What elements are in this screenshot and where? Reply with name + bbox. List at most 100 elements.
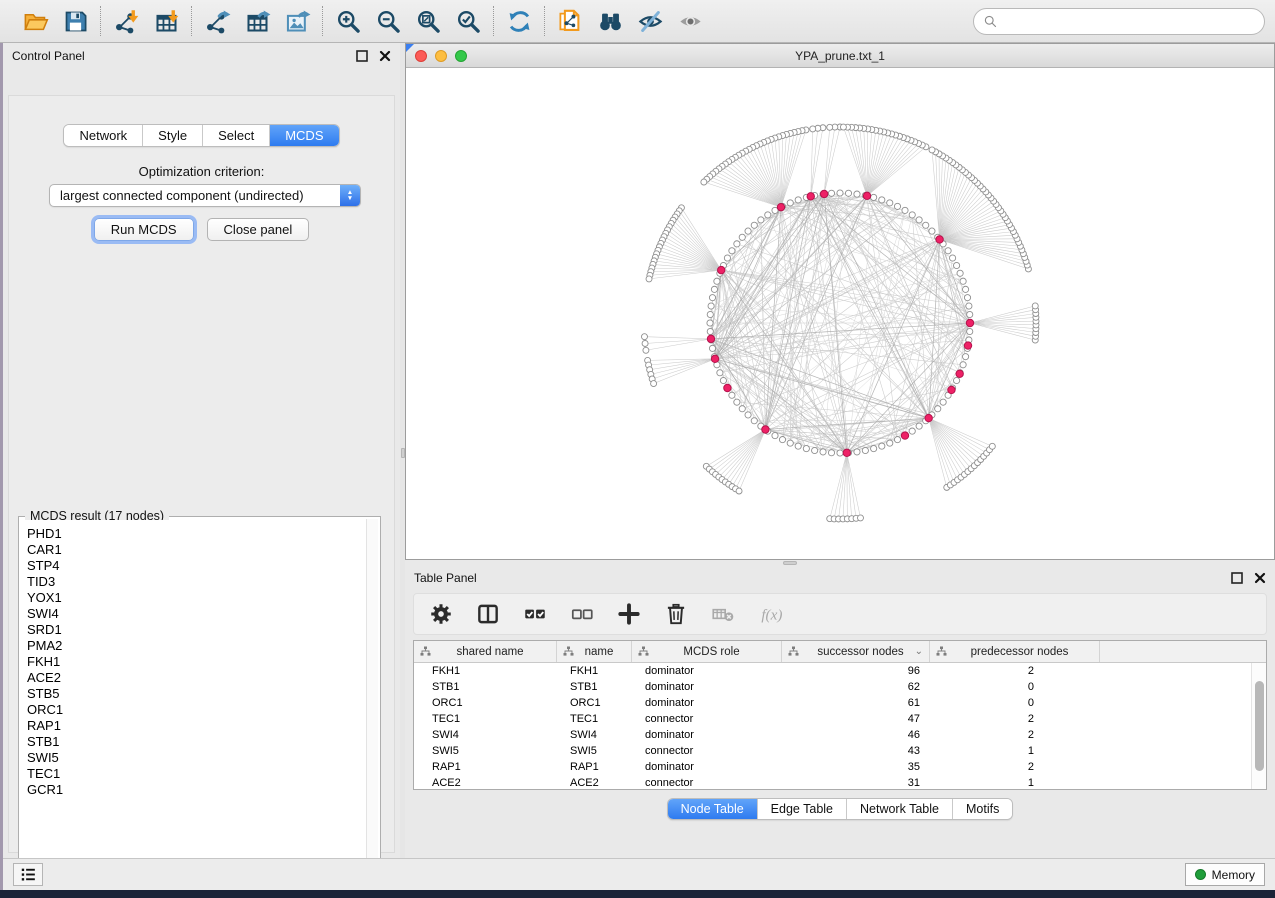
horizontal-splitter-handle[interactable] (783, 561, 797, 565)
binoculars-icon[interactable] (595, 6, 625, 36)
zoom-in-icon[interactable] (333, 6, 363, 36)
duplicate-network-icon[interactable] (555, 6, 585, 36)
delete-column-icon[interactable] (663, 601, 689, 627)
column-header-predecessor-nodes[interactable]: predecessor nodes (930, 641, 1100, 662)
network-node[interactable] (945, 248, 951, 254)
mcds-result-item[interactable]: GCR1 (27, 782, 361, 798)
network-node[interactable] (745, 412, 751, 418)
network-node[interactable] (940, 399, 946, 405)
mcds-result-item[interactable]: TEC1 (27, 766, 361, 782)
network-node[interactable] (827, 124, 833, 130)
mcds-node[interactable] (956, 370, 963, 377)
network-node[interactable] (909, 428, 915, 434)
mcds-result-item[interactable]: PMA2 (27, 638, 361, 654)
mcds-result-item[interactable]: PHD1 (27, 526, 361, 542)
network-node[interactable] (734, 241, 740, 247)
mcds-node[interactable] (707, 335, 714, 342)
close-window-icon[interactable] (415, 50, 427, 62)
memory-button[interactable]: Memory (1185, 863, 1265, 886)
network-node[interactable] (646, 276, 652, 282)
task-list-button[interactable] (13, 863, 43, 886)
network-node[interactable] (916, 217, 922, 223)
network-node[interactable] (862, 447, 868, 453)
import-table-icon[interactable] (151, 6, 181, 36)
mcds-node[interactable] (966, 319, 973, 326)
network-node[interactable] (642, 340, 648, 346)
network-node[interactable] (960, 278, 966, 284)
mcds-node[interactable] (863, 192, 870, 199)
refresh-icon[interactable] (504, 6, 534, 36)
network-node[interactable] (641, 334, 647, 340)
vertical-splitter-handle[interactable] (401, 448, 405, 458)
network-node[interactable] (717, 370, 723, 376)
network-node[interactable] (967, 311, 973, 317)
network-node[interactable] (845, 190, 851, 196)
network-node[interactable] (711, 286, 717, 292)
network-node[interactable] (871, 194, 877, 200)
column-header-name[interactable]: name (557, 641, 632, 662)
table-row[interactable]: ACE2ACE2connector311 (414, 775, 1250, 790)
import-network-icon[interactable] (111, 6, 141, 36)
network-node[interactable] (879, 197, 885, 203)
network-node[interactable] (795, 443, 801, 449)
mcds-result-item[interactable]: SWI5 (27, 750, 361, 766)
network-node[interactable] (734, 399, 740, 405)
zoom-out-icon[interactable] (373, 6, 403, 36)
mcds-node[interactable] (843, 449, 850, 456)
network-node[interactable] (953, 377, 959, 383)
network-node[interactable] (729, 392, 735, 398)
network-node[interactable] (812, 447, 818, 453)
mcds-node[interactable] (718, 266, 725, 273)
table-row[interactable]: FKH1FKH1dominator962 (414, 663, 1250, 679)
mcds-result-item[interactable]: SRD1 (27, 622, 361, 638)
network-node[interactable] (837, 450, 843, 456)
network-node[interactable] (837, 190, 843, 196)
network-node[interactable] (964, 295, 970, 301)
network-node[interactable] (967, 328, 973, 334)
network-node[interactable] (887, 440, 893, 446)
network-node[interactable] (840, 124, 846, 130)
network-canvas[interactable] (406, 68, 1274, 559)
tab-style[interactable]: Style (143, 125, 203, 146)
network-node[interactable] (701, 179, 707, 185)
network-node[interactable] (751, 222, 757, 228)
run-mcds-button[interactable]: Run MCDS (94, 218, 194, 241)
node-table-scroll-thumb[interactable] (1255, 681, 1264, 771)
network-node[interactable] (902, 207, 908, 213)
network-node[interactable] (929, 147, 935, 153)
network-node[interactable] (772, 432, 778, 438)
mcds-result-item[interactable]: FKH1 (27, 654, 361, 670)
network-node[interactable] (779, 436, 785, 442)
network-node[interactable] (962, 354, 968, 360)
column-header-successor-nodes[interactable]: successor nodes⌄ (782, 641, 930, 662)
maximize-window-icon[interactable] (455, 50, 467, 62)
network-node[interactable] (643, 347, 649, 353)
network-search-box[interactable] (973, 8, 1265, 35)
network-node[interactable] (916, 423, 922, 429)
network-node[interactable] (707, 311, 713, 317)
mcds-result-item[interactable]: ACE2 (27, 670, 361, 686)
mcds-node[interactable] (936, 236, 943, 243)
network-node[interactable] (707, 320, 713, 326)
network-node[interactable] (989, 443, 995, 449)
network-node[interactable] (720, 377, 726, 383)
float-window-icon[interactable] (356, 50, 368, 62)
mcds-result-item[interactable]: YOX1 (27, 590, 361, 606)
mcds-list-scrollbar[interactable] (366, 519, 378, 885)
mcds-node[interactable] (948, 386, 955, 393)
mcds-result-item[interactable]: STB5 (27, 686, 361, 702)
mcds-result-item[interactable]: ORC1 (27, 702, 361, 718)
network-node[interactable] (879, 443, 885, 449)
tab-select[interactable]: Select (203, 125, 270, 146)
network-node[interactable] (894, 436, 900, 442)
export-table-icon[interactable] (242, 6, 272, 36)
zoom-fit-icon[interactable] (413, 6, 443, 36)
export-network-icon[interactable] (202, 6, 232, 36)
network-node[interactable] (962, 286, 968, 292)
network-node[interactable] (745, 228, 751, 234)
network-node[interactable] (871, 445, 877, 451)
split-panel-icon[interactable] (475, 601, 501, 627)
deselect-all-icon[interactable] (569, 601, 595, 627)
mcds-result-item[interactable]: STP4 (27, 558, 361, 574)
network-node[interactable] (708, 303, 714, 309)
